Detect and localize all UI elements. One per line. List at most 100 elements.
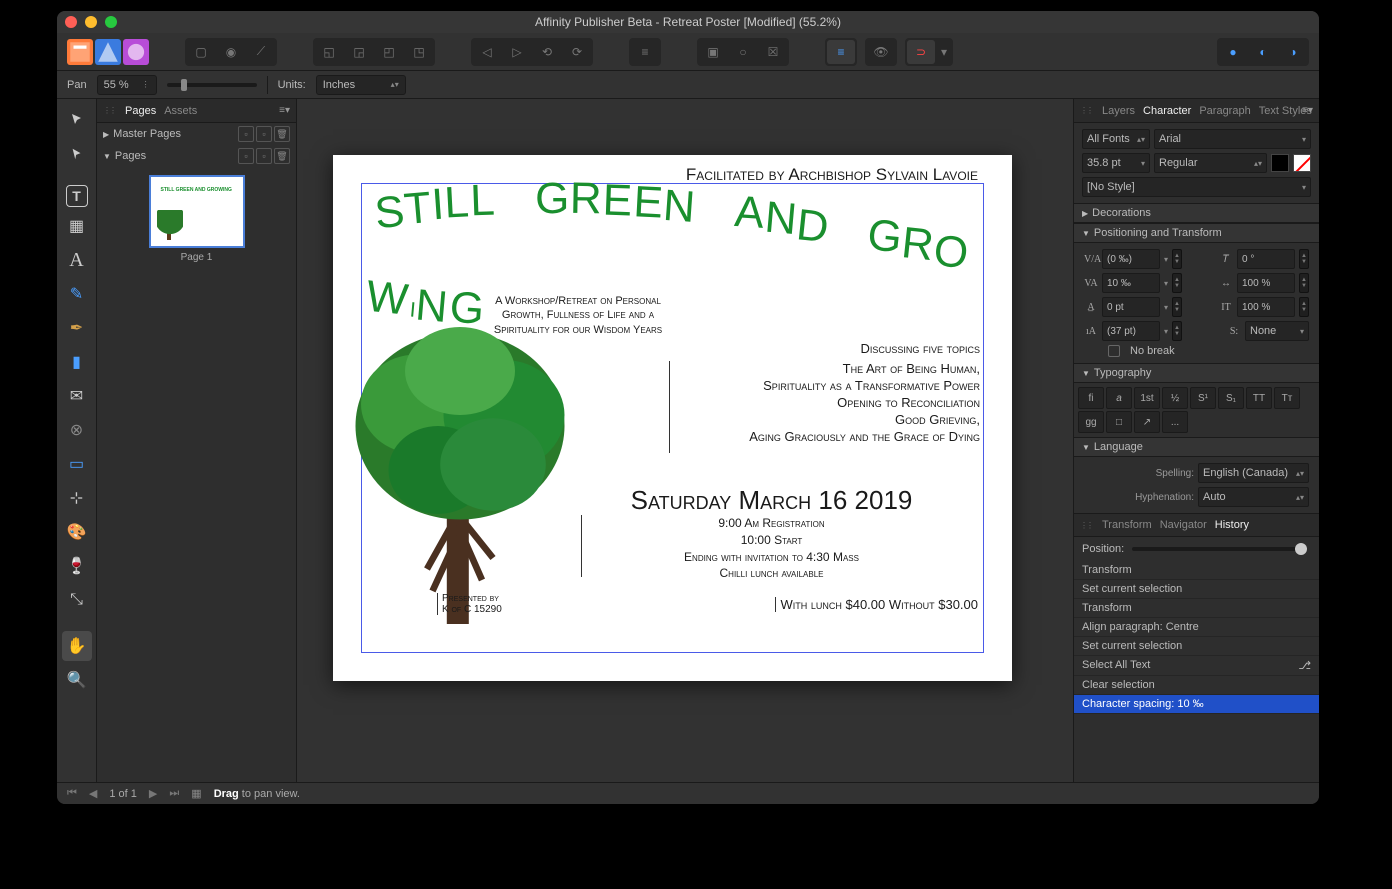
fill-tool[interactable]: ⊗ [62,415,92,445]
toolbar-button[interactable]: ◉ [217,40,245,64]
document-page[interactable]: Facilitated by Archbishop Sylvain Lavoie… [333,155,1012,681]
page-1-thumbnail[interactable]: STILL GREEN AND GROWING [149,175,245,248]
publisher-persona-button[interactable] [67,39,93,65]
pages-tab[interactable]: Pages [125,105,156,117]
kerning-input[interactable]: 10 ‰ [1102,273,1160,293]
transparency-tool[interactable]: 🍷 [62,551,92,581]
subscript-button[interactable]: S₁ [1218,387,1244,409]
spelling-select[interactable]: English (Canada)▴▾ [1198,463,1309,483]
eyedropper-tool[interactable]: ⤡ [62,585,92,615]
panel-menu-button[interactable]: ≡▾ [279,105,290,116]
zoom-tool[interactable]: 🔍 [62,665,92,695]
rotate-button[interactable]: ⟲ [533,40,561,64]
positioning-section-header[interactable]: ▼Positioning and Transform [1074,223,1319,243]
add-page-button[interactable]: ▫ [238,148,254,164]
zoom-slider[interactable] [167,83,257,87]
character-tab[interactable]: Character [1143,105,1191,117]
text-style-select[interactable]: [No Style]▾ [1082,177,1311,197]
typography-more-button[interactable]: ... [1162,411,1188,433]
history-item[interactable]: Select All Text⎇ [1074,656,1319,676]
shape-tool[interactable]: ✉ [62,381,92,411]
decorations-section-header[interactable]: ▶Decorations [1074,203,1319,223]
stylistic-button[interactable]: gg [1078,411,1104,433]
history-item[interactable]: Transform [1074,561,1319,580]
snapping-button[interactable]: ⊃ [907,40,935,64]
transform-tab[interactable]: Transform [1102,519,1152,531]
page-layout-icon[interactable]: ▦ [191,787,201,800]
last-page-button[interactable]: ⏭ [169,787,179,800]
text-color-swatch[interactable] [1271,154,1289,172]
history-item[interactable]: Clear selection [1074,676,1319,695]
zoom-input[interactable]: 55 %⋮ [97,75,157,95]
crop-tool[interactable]: ⊹ [62,483,92,513]
canvas[interactable]: Facilitated by Archbishop Sylvain Lavoie… [297,99,1073,782]
typography-button[interactable]: ↗ [1134,411,1160,433]
toolbar-button[interactable]: ≡ [631,40,659,64]
allcaps-button[interactable]: TT [1246,387,1272,409]
font-size-input[interactable]: 35.8 pt▾ [1082,153,1150,173]
history-item[interactable]: Set current selection [1074,580,1319,599]
history-item-current[interactable]: Character spacing: 10 ‰ [1074,695,1319,714]
font-filter-select[interactable]: All Fonts▴▾ [1082,129,1150,149]
designer-persona-button[interactable] [95,39,121,65]
layers-tab[interactable]: Layers [1102,105,1135,117]
frame-text-tool[interactable]: T [66,185,88,207]
flip-vertical-button[interactable]: ▷ [503,40,531,64]
vscale-input[interactable]: 100 % [1237,297,1295,317]
hscale-stepper[interactable]: ▲▼ [1299,273,1309,293]
ligatures-button[interactable]: fi [1078,387,1104,409]
font-family-select[interactable]: Arial▾ [1154,129,1311,149]
table-tool[interactable]: ▦ [62,211,92,241]
rectangle-tool[interactable]: ▮ [62,347,92,377]
pen-tool[interactable]: ✎ [62,279,92,309]
kerning-stepper[interactable]: ▲▼ [1172,273,1182,293]
prev-page-button[interactable]: ◀ [89,787,97,800]
flip-horizontal-button[interactable]: ◁ [473,40,501,64]
panel-menu-button[interactable]: ≡▾ [1302,105,1313,116]
ordinals-button[interactable]: 1st [1134,387,1160,409]
add-master-button[interactable]: ▫ [238,126,254,142]
align-button[interactable]: ◱ [315,40,343,64]
align-button[interactable]: ◲ [345,40,373,64]
paragraph-tab[interactable]: Paragraph [1199,105,1250,117]
first-page-button[interactable]: ⏮ [67,787,77,800]
align-button[interactable]: ◳ [405,40,433,64]
typography-section-header[interactable]: ▼Typography [1074,363,1319,383]
minimize-window-button[interactable] [85,16,97,28]
view-mode-button[interactable]: ◐ [1249,40,1277,64]
leading-stepper[interactable]: ▲▼ [1172,321,1182,341]
textwrap-button[interactable]: ○ [729,40,757,64]
master-pages-row[interactable]: ▶Master Pages ▫▫🗑 [97,123,296,145]
units-select[interactable]: Inches▴▾ [316,75,406,95]
leading-input[interactable]: (37 pt) [1102,321,1160,341]
no-break-checkbox[interactable] [1108,345,1120,357]
view-mode-button[interactable]: ● [1219,40,1247,64]
alternates-button[interactable]: a [1106,387,1132,409]
snap-dropdown[interactable]: ▾ [937,40,951,64]
pan-tool[interactable]: ✋ [62,631,92,661]
shear-stepper[interactable]: ▲▼ [1299,249,1309,269]
rotate-button[interactable]: ⟳ [563,40,591,64]
text-bg-swatch[interactable] [1293,154,1311,172]
shear-mode-select[interactable]: None▾ [1245,321,1309,341]
textwrap-button[interactable]: ☒ [759,40,787,64]
smallcaps-button[interactable]: Tᴛ [1274,387,1300,409]
navigator-tab[interactable]: Navigator [1160,519,1207,531]
delete-page-button[interactable]: 🗑 [274,148,290,164]
next-page-button[interactable]: ▶ [149,787,157,800]
history-item[interactable]: Align paragraph: Centre [1074,618,1319,637]
master-options-button[interactable]: ▫ [256,126,272,142]
hyphenation-select[interactable]: Auto▴▾ [1198,487,1309,507]
zoom-window-button[interactable] [105,16,117,28]
history-slider[interactable] [1132,547,1307,551]
history-tab[interactable]: History [1215,519,1249,531]
pages-row[interactable]: ▼Pages ▫▫🗑 [97,145,296,167]
pencil-tool[interactable]: ✒ [62,313,92,343]
view-mode-button[interactable]: ◑ [1279,40,1307,64]
node-tool[interactable] [62,139,92,169]
picture-frame-tool[interactable]: ▭ [62,449,92,479]
close-window-button[interactable] [65,16,77,28]
align-button[interactable]: ◰ [375,40,403,64]
history-item[interactable]: Transform [1074,599,1319,618]
toolbar-button[interactable]: ⟋ [247,40,275,64]
